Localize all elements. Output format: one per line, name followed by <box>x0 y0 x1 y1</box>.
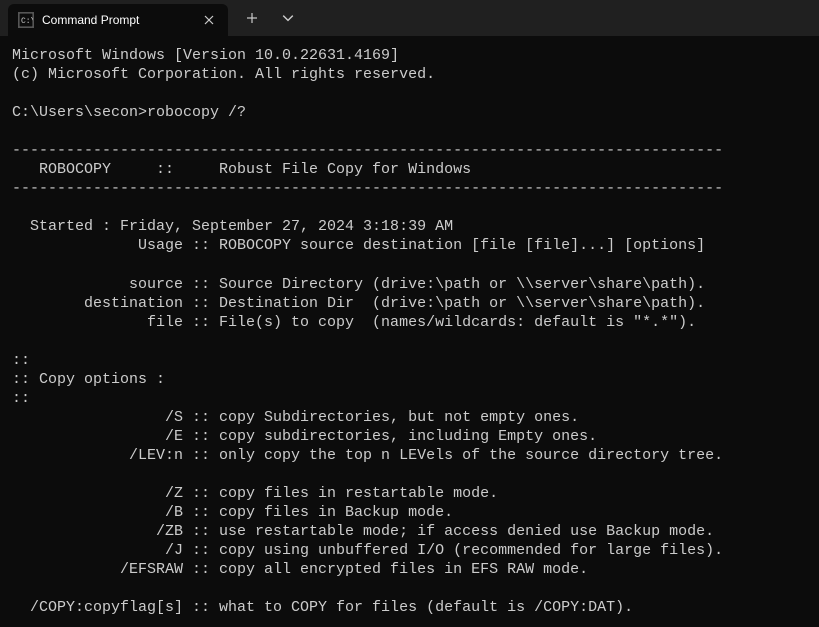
tab-title: Command Prompt <box>42 13 192 27</box>
close-icon[interactable] <box>200 11 218 29</box>
title-bar: C:\ Command Prompt <box>0 0 819 36</box>
cmd-icon: C:\ <box>18 12 34 28</box>
terminal-output[interactable]: Microsoft Windows [Version 10.0.22631.41… <box>0 36 819 627</box>
new-tab-button[interactable] <box>236 2 268 34</box>
tab-dropdown-button[interactable] <box>272 2 304 34</box>
svg-text:C:\: C:\ <box>21 17 33 26</box>
tab-controls <box>236 0 304 36</box>
tab-command-prompt[interactable]: C:\ Command Prompt <box>8 4 228 36</box>
